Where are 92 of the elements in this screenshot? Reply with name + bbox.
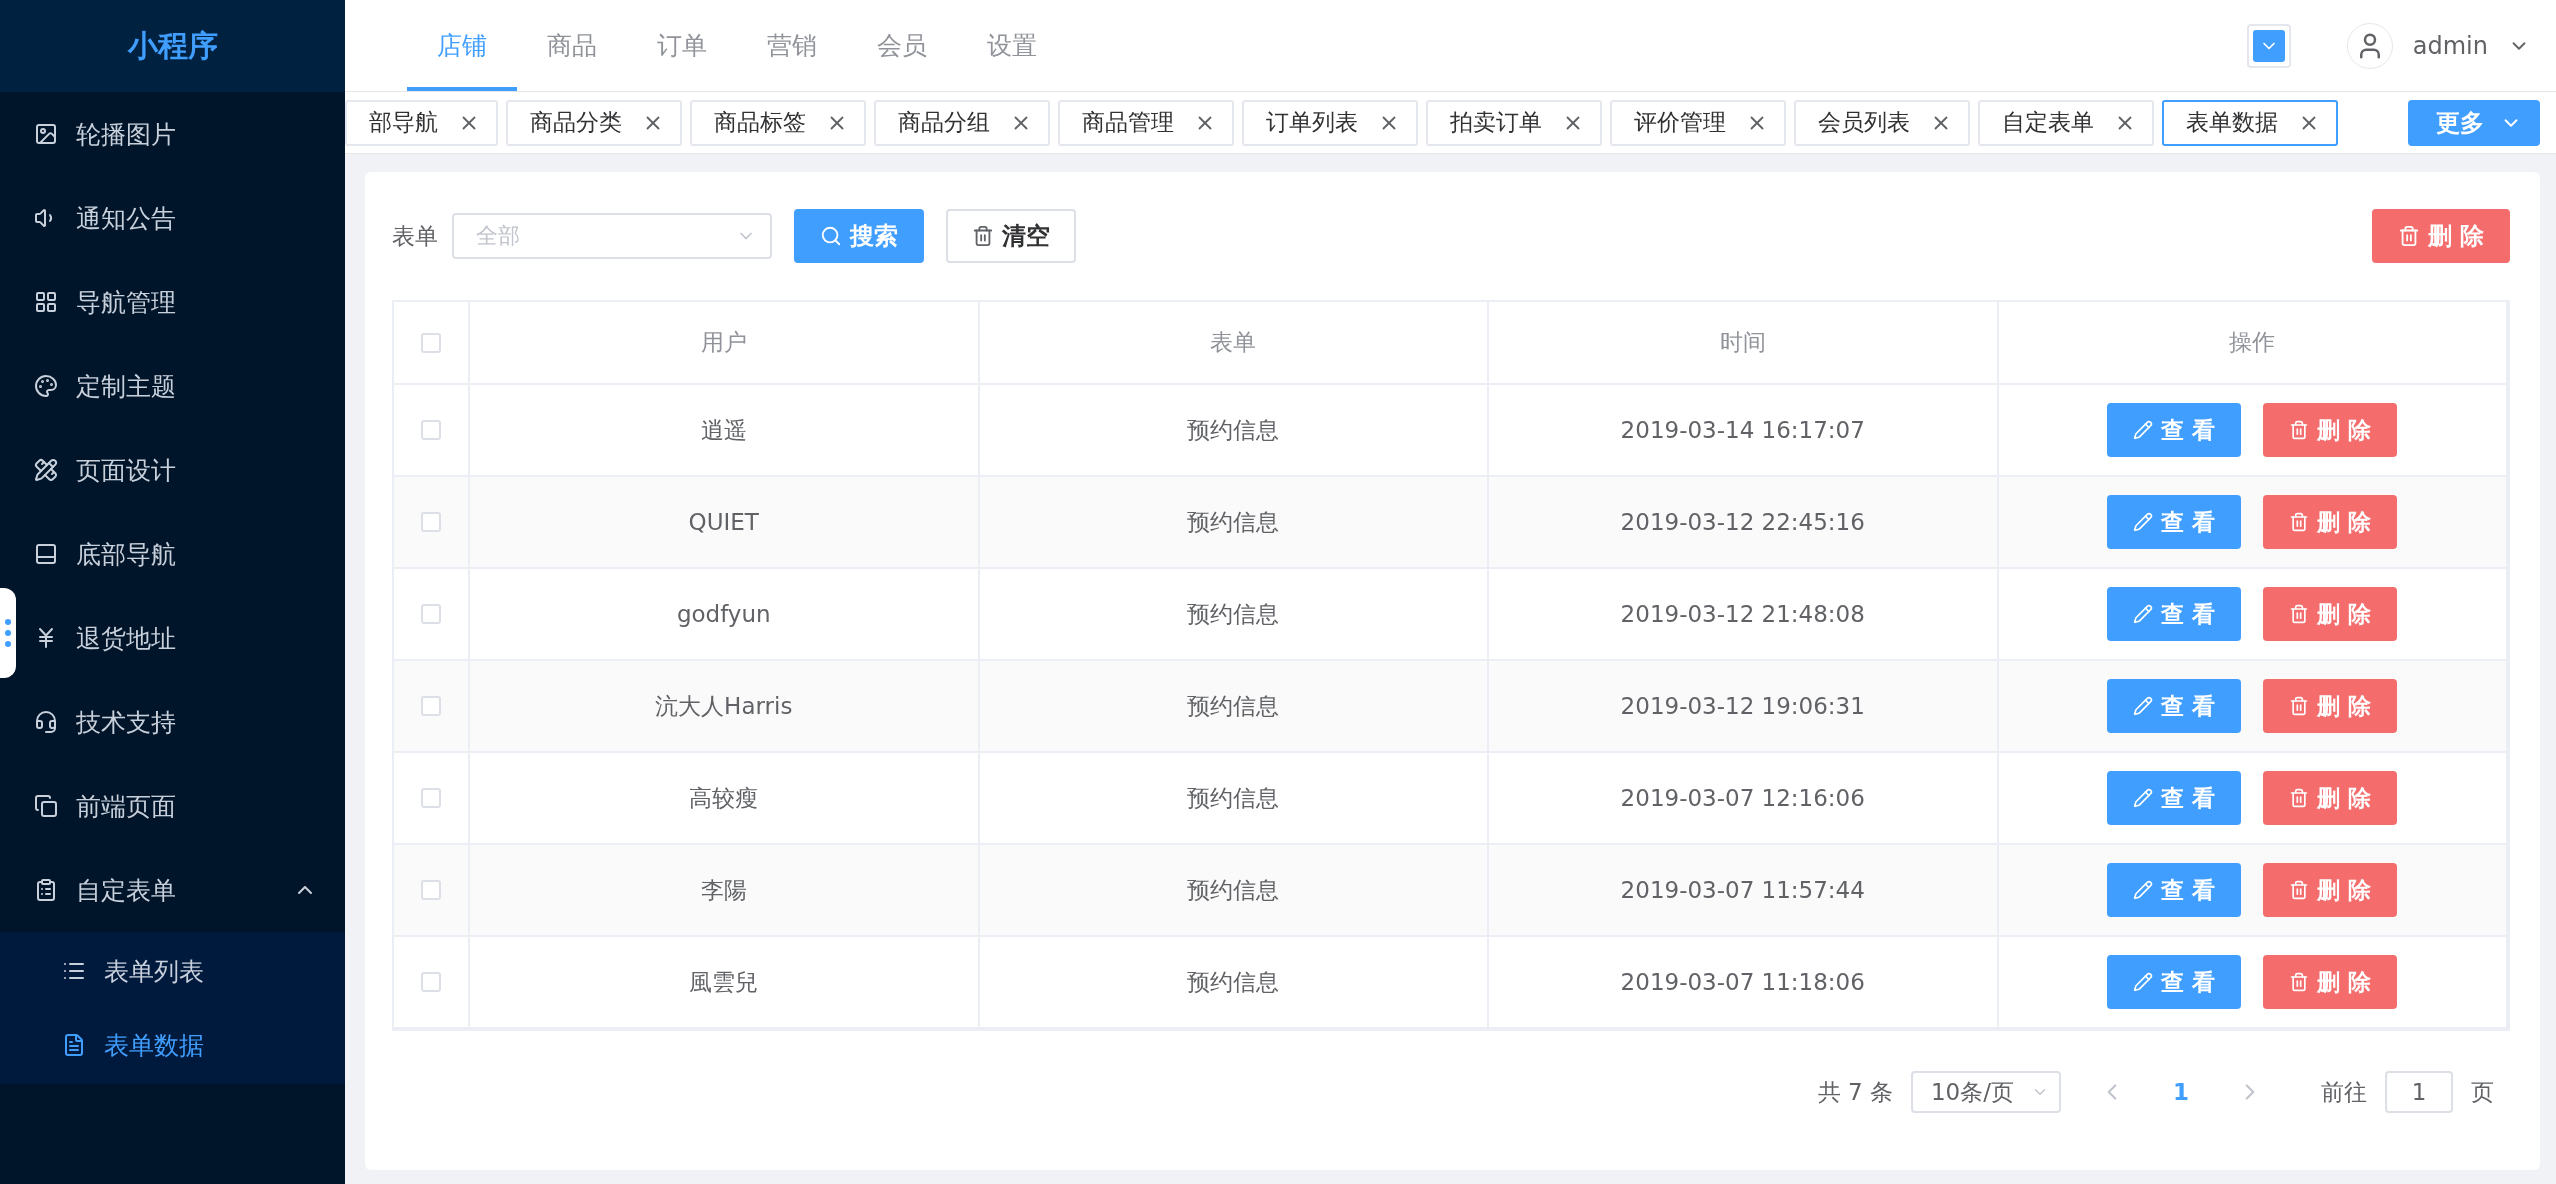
page-tab[interactable]: 商品分组 (874, 99, 1050, 146)
table-cell: 逍遥 (470, 385, 980, 477)
table-cell: 预约信息 (979, 845, 1489, 937)
page-tab[interactable]: 部导航 (345, 99, 498, 146)
nav-tab[interactable]: 设置 (957, 4, 1067, 91)
sidebar-item[interactable]: 前端页面 (16, 764, 345, 848)
table-cell: 2019-03-07 11:57:44 (1489, 845, 1999, 937)
row-checkbox[interactable] (421, 972, 441, 992)
sidebar-item[interactable]: 定制主题 (16, 344, 345, 428)
sidebar-item[interactable]: 页面设计 (16, 428, 345, 512)
trash-icon (2289, 420, 2310, 440)
row-checkbox[interactable] (421, 512, 441, 532)
nav-tab[interactable]: 会员 (847, 4, 957, 91)
dropdown-toggle[interactable] (2246, 23, 2291, 68)
goto-label: 前往 (2321, 1077, 2367, 1107)
document-icon (62, 1033, 86, 1057)
page-tab[interactable]: 商品分类 (506, 99, 682, 146)
sidebar-item[interactable]: 自定表单 (16, 848, 345, 932)
trash-icon (2289, 604, 2310, 624)
nav-tab[interactable]: 营销 (737, 4, 847, 91)
sidebar-item[interactable]: 通知公告 (16, 176, 345, 260)
page-tab[interactable]: 商品标签 (690, 99, 866, 146)
search-icon (820, 225, 842, 247)
table-cell: 预约信息 (979, 661, 1489, 753)
image-icon (34, 122, 58, 146)
pencil-icon (2133, 696, 2154, 716)
table-cell: 2019-03-12 22:45:16 (1489, 477, 1999, 569)
table-cell: 2019-03-12 19:06:31 (1489, 661, 1999, 753)
table-cell: godfyun (470, 569, 980, 661)
page-size-select[interactable]: 10条/页 (1911, 1071, 2061, 1113)
table-cell: 沆大人Harris (470, 661, 980, 753)
trash-icon (2289, 696, 2310, 716)
table-cell: 李陽 (470, 845, 980, 937)
page-tab[interactable]: 表单数据 (2162, 99, 2338, 146)
pencil-icon (2133, 972, 2154, 992)
page-tab[interactable]: 自定表单 (1978, 99, 2154, 146)
table-cell: 预约信息 (979, 477, 1489, 569)
panel-icon (34, 542, 58, 566)
table-cell: 2019-03-14 16:17:07 (1489, 385, 1999, 477)
nav-tab[interactable]: 订单 (627, 4, 737, 91)
page-tab[interactable]: 会员列表 (1794, 99, 1970, 146)
page-tab[interactable]: 订单列表 (1242, 99, 1418, 146)
row-checkbox[interactable] (421, 880, 441, 900)
trash-icon (2289, 972, 2310, 992)
grid-icon (34, 290, 58, 314)
table-cell: 高较瘦 (470, 753, 980, 845)
table-cell: 2019-03-07 11:18:06 (1489, 937, 1999, 1029)
trash-icon (2289, 788, 2310, 808)
pencil-icon (2133, 512, 2154, 532)
pencil-icon (2133, 420, 2154, 440)
trash-icon (2289, 880, 2310, 900)
pencil-icon (2133, 604, 2154, 624)
sidebar-item[interactable]: 技术支持 (16, 680, 345, 764)
trash-icon (972, 225, 994, 247)
page-suffix: 页 (2471, 1077, 2494, 1107)
nav-tab[interactable]: 商品 (517, 4, 627, 91)
table-cell: 预约信息 (979, 937, 1489, 1029)
page-tab[interactable]: 评价管理 (1610, 99, 1786, 146)
pages-icon (34, 794, 58, 818)
table-cell: QUIET (470, 477, 980, 569)
page-input[interactable]: 1 (2385, 1071, 2453, 1113)
pencil-icon (2133, 880, 2154, 900)
pencil-icon (2133, 788, 2154, 808)
pencil-ruler-icon (34, 458, 58, 482)
table-cell: 预约信息 (979, 385, 1489, 477)
side-handle[interactable] (0, 588, 16, 678)
clear-button[interactable]: 清空 (946, 209, 1076, 263)
sidebar-item[interactable]: 退货地址 (16, 596, 345, 680)
palette-icon (34, 374, 58, 398)
table-cell: 風雲兒 (470, 937, 980, 1029)
clipboard-icon (34, 878, 58, 902)
table-cell: 2019-03-12 21:48:08 (1489, 569, 1999, 661)
filter-label: 表单 (392, 221, 438, 251)
app-title: 小程序 (0, 0, 345, 92)
trash-icon (2289, 512, 2310, 532)
user-name[interactable]: admin (2412, 31, 2488, 60)
sidebar-item[interactable]: 底部导航 (16, 512, 345, 596)
trash-icon (2397, 225, 2420, 247)
row-checkbox[interactable] (421, 696, 441, 716)
page-tab[interactable]: 拍卖订单 (1426, 99, 1602, 146)
sidebar-item[interactable]: 轮播图片 (16, 92, 345, 176)
page-tab[interactable]: 商品管理 (1058, 99, 1234, 146)
row-checkbox[interactable] (421, 604, 441, 624)
table-cell: 预约信息 (979, 753, 1489, 845)
row-checkbox[interactable] (421, 420, 441, 440)
table-cell: 2019-03-07 12:16:06 (1489, 753, 1999, 845)
headset-icon (34, 710, 58, 734)
row-checkbox[interactable] (421, 788, 441, 808)
select-all-checkbox[interactable] (421, 332, 441, 353)
total-count: 共 7 条 (1817, 1077, 1893, 1107)
table-cell: 预约信息 (979, 569, 1489, 661)
sidebar-item[interactable]: 导航管理 (16, 260, 345, 344)
